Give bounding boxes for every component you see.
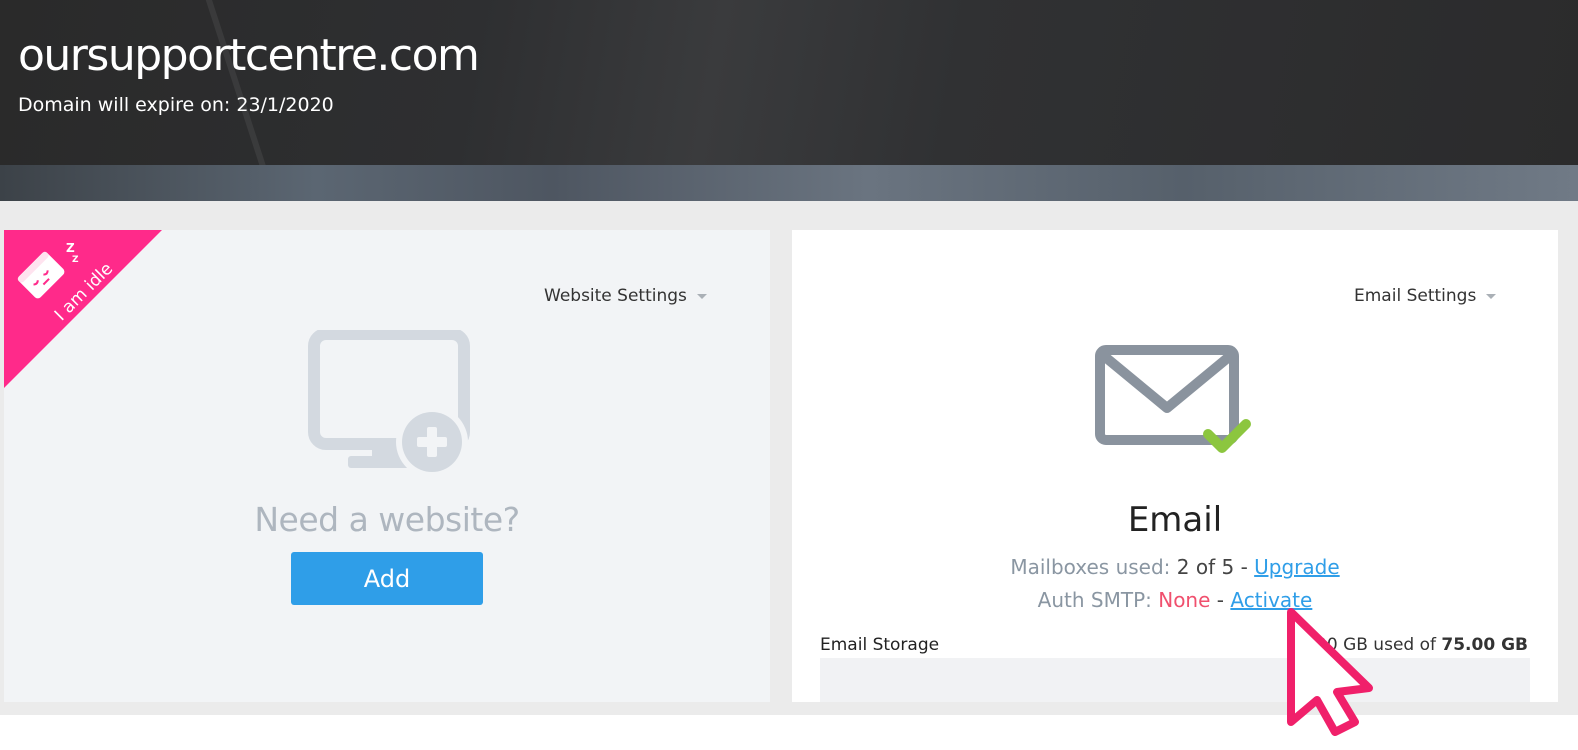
smtp-status: None [1158,588,1211,612]
website-settings-dropdown[interactable]: Website Settings [544,286,707,306]
add-website-button[interactable]: Add [291,552,483,605]
mouse-cursor-icon [1287,608,1373,736]
need-website-prompt: Need a website? [254,500,520,539]
email-settings-label: Email Settings [1354,286,1477,306]
email-storage-label: Email Storage [820,635,940,655]
domain-expiry-date: Domain will expire on: 23/1/2020 [18,94,334,116]
email-storage-bar [820,658,1530,702]
caret-down-icon [1486,293,1497,299]
smtp-label: Auth SMTP: [1037,588,1159,612]
mailboxes-label: Mailboxes used: [1010,555,1177,579]
caret-down-icon [696,293,707,299]
envelope-check-icon [1095,345,1251,453]
separator: - [1234,555,1255,579]
header-background-band [0,165,1578,201]
storage-total: 75.00 GB [1441,635,1528,655]
mailboxes-usage-line: Mailboxes used: 2 of 5 - Upgrade [792,555,1558,579]
website-card: Z Z I am idle Website Settings Need a we… [4,230,770,702]
domain-name: oursupportcentre.com [18,30,480,81]
upgrade-link[interactable]: Upgrade [1254,555,1340,579]
email-settings-dropdown[interactable]: Email Settings [1354,286,1497,306]
svg-text:Z: Z [72,255,79,265]
separator: - [1210,588,1231,612]
auth-smtp-line: Auth SMTP: None - Activate [792,588,1558,612]
email-card: Email Settings Email Mailboxes used: 2 o… [792,230,1558,702]
svg-text:Z: Z [66,241,75,255]
website-settings-label: Website Settings [544,286,687,306]
monitor-add-icon [308,330,470,476]
domain-header: oursupportcentre.com Domain will expire … [0,0,1578,201]
mailboxes-value: 2 of 5 [1176,555,1235,579]
idle-ribbon: Z Z I am idle [4,230,162,388]
email-heading: Email [1127,500,1223,540]
